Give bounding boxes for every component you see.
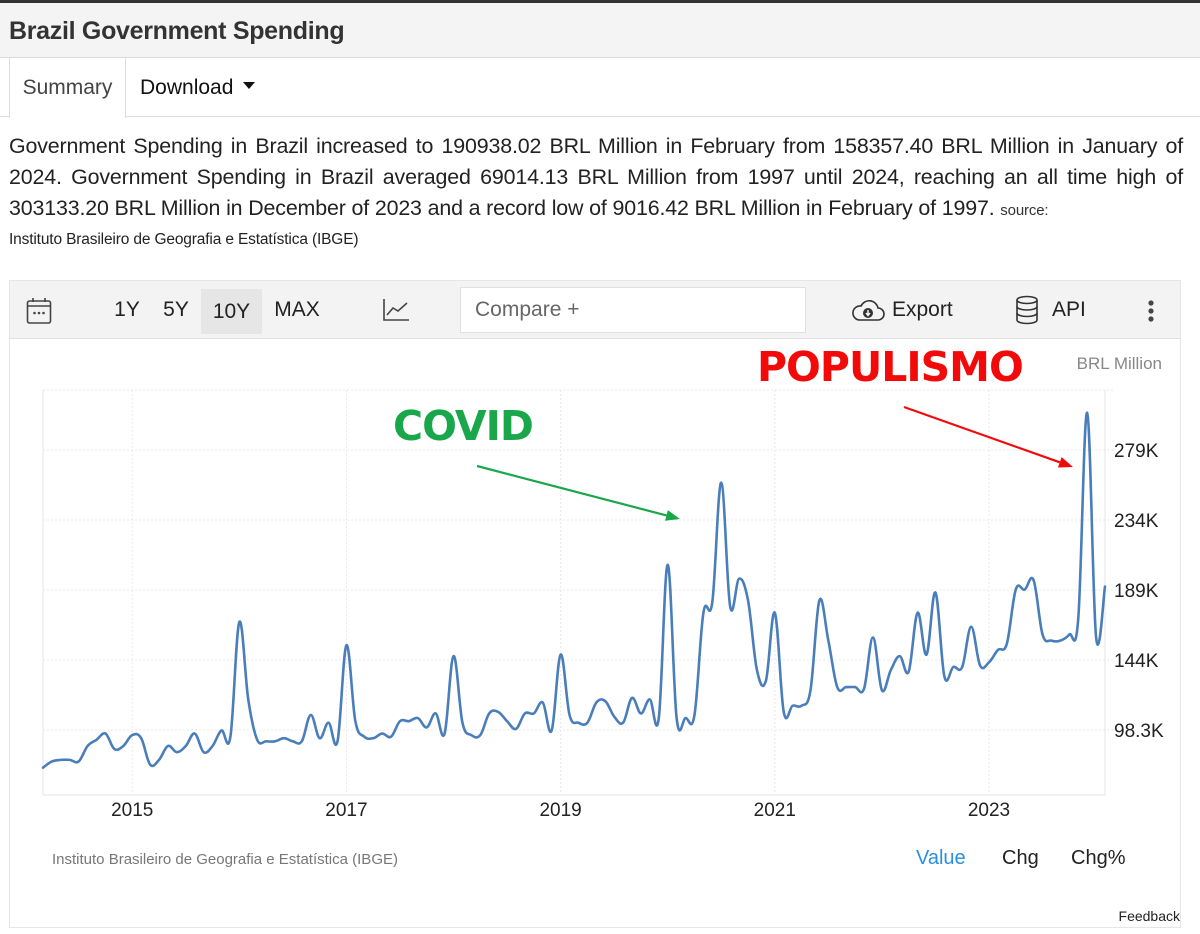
covid-arrow — [476, 464, 680, 521]
series-line — [41, 411, 1107, 769]
line-chart: 2015 2017 2019 2021 2023 98.3K 144K 189K 234K 27… — [41, 389, 1164, 821]
chart-grid — [42, 389, 1115, 796]
y-tick-label: 234K — [1114, 511, 1159, 532]
y-tick-label: 189K — [1114, 581, 1159, 602]
y-tick-label: 144K — [1114, 651, 1159, 672]
x-tick-label: 2021 — [754, 800, 796, 821]
x-tick-label: 2023 — [968, 800, 1010, 821]
x-axis-labels: 2015 2017 2019 2021 2023 — [111, 800, 1010, 821]
y-tick-label: 98.3K — [1114, 721, 1164, 742]
x-tick-label: 2015 — [111, 800, 153, 821]
x-tick-label: 2017 — [325, 800, 367, 821]
annotation-populismo: POPULISMO — [757, 343, 1024, 391]
y-axis-labels: 98.3K 144K 189K 234K 279K — [1114, 441, 1164, 742]
y-tick-label: 279K — [1114, 441, 1159, 462]
annotation-covid: COVID — [393, 402, 534, 450]
x-tick-label: 2019 — [539, 800, 581, 821]
